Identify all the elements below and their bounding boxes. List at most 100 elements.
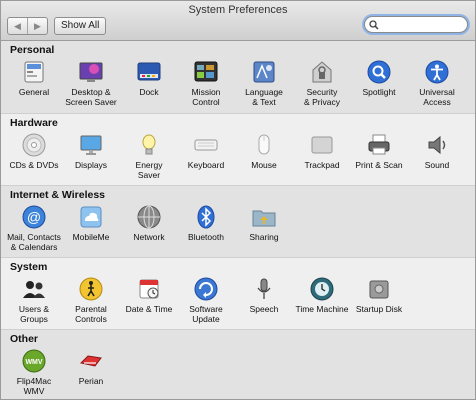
pref-pane-general[interactable]: General (5, 59, 63, 97)
pref-pane-label: Mouse (251, 160, 277, 170)
pref-pane-desktop-and-screen-saver[interactable]: Desktop & Screen Saver (62, 59, 120, 107)
toolbar: System Preferences ◀ ▶ Show All (1, 1, 475, 41)
perian-icon (78, 348, 104, 374)
mail-icon: @ (21, 204, 47, 230)
time-machine-icon (309, 276, 335, 302)
pref-pane-label: Time Machine (295, 304, 349, 314)
section-personal: Personal General Desktop & Screen Saver Doc… (1, 41, 475, 114)
pref-pane-label: Security & Privacy (304, 87, 340, 107)
pref-pane-bluetooth[interactable]: Bluetooth (177, 204, 235, 242)
pref-pane-label: Energy Saver (135, 160, 163, 180)
pref-pane-label: Print & Scan (355, 160, 403, 170)
section-internet-and-wireless: Internet & Wireless @ Mail, Contacts & Cal… (1, 186, 475, 258)
pref-pane-sharing[interactable]: Sharing (235, 204, 293, 242)
search-icon (369, 19, 379, 30)
pref-pane-label: Parental Controls (75, 304, 107, 324)
search-input[interactable] (382, 19, 462, 30)
forward-button[interactable]: ▶ (27, 18, 47, 34)
pref-pane-mission-control[interactable]: Mission Control (177, 59, 235, 107)
section-other: Other WMV Flip4Mac WMV Perian (1, 330, 475, 399)
section-title: Personal (10, 44, 55, 56)
pref-pane-label: Universal Access (419, 87, 455, 107)
pref-pane-label: Spotlight (362, 87, 396, 97)
pref-pane-energy-saver[interactable]: Energy Saver (120, 132, 178, 180)
pref-pane-label: Keyboard (187, 160, 225, 170)
pref-pane-software-update[interactable]: Software Update (177, 276, 235, 324)
startup-disk-icon (366, 276, 392, 302)
universal-access-icon (424, 59, 450, 85)
security-icon (309, 59, 335, 85)
pref-pane-label: Mail, Contacts & Calendars (7, 232, 61, 252)
pref-pane-label: Perian (78, 376, 104, 386)
pref-pane-label: Sharing (249, 232, 279, 242)
pref-pane-mobileme[interactable]: MobileMe (62, 204, 120, 242)
pref-pane-label: Speech (249, 304, 279, 314)
pref-pane-label: Network (133, 232, 165, 242)
pref-pane-network[interactable]: Network (120, 204, 178, 242)
pref-pane-label: Displays (74, 160, 108, 170)
pref-pane-label: Users & Groups (18, 304, 50, 324)
pref-pane-label: Language & Text (245, 87, 283, 107)
section-title: System (10, 261, 48, 273)
speaker-icon (424, 132, 450, 158)
pref-pane-startup-disk[interactable]: Startup Disk (350, 276, 408, 314)
pref-pane-time-machine[interactable]: Time Machine (293, 276, 351, 314)
pref-pane-mail-contacts-and-calendars[interactable]: @ Mail, Contacts & Calendars (5, 204, 63, 252)
pref-pane-perian[interactable]: Perian (62, 348, 120, 386)
pref-pane-universal-access[interactable]: Universal Access (408, 59, 466, 107)
mobileme-icon (78, 204, 104, 230)
microphone-icon (251, 276, 277, 302)
spotlight-icon (366, 59, 392, 85)
svg-text:WMV: WMV (25, 359, 42, 366)
pref-pane-date-and-time[interactable]: Date & Time (120, 276, 178, 314)
pref-pane-cds-and-dvds[interactable]: CDs & DVDs (5, 132, 63, 170)
pref-pane-label: Date & Time (125, 304, 173, 314)
parental-controls-icon (78, 276, 104, 302)
pref-pane-dock[interactable]: Dock (120, 59, 178, 97)
pref-pane-label: Sound (424, 160, 450, 170)
mouse-icon (251, 132, 277, 158)
pref-pane-mouse[interactable]: Mouse (235, 132, 293, 170)
search-field[interactable] (364, 16, 468, 33)
dock-icon (136, 59, 162, 85)
date-time-icon (136, 276, 162, 302)
software-update-icon (193, 276, 219, 302)
displays-icon (78, 132, 104, 158)
pref-pane-speech[interactable]: Speech (235, 276, 293, 314)
pref-pane-label: Dock (139, 87, 159, 97)
pref-pane-label: Desktop & Screen Saver (65, 87, 117, 107)
pref-pane-label: Software Update (189, 304, 223, 324)
pref-pane-parental-controls[interactable]: Parental Controls (62, 276, 120, 324)
pref-pane-label: Flip4Mac WMV (16, 376, 52, 396)
pref-pane-label: Startup Disk (355, 304, 403, 314)
section-title: Internet & Wireless (10, 189, 106, 201)
back-arrow-icon: ◀ (14, 20, 21, 31)
pref-pane-trackpad[interactable]: Trackpad (293, 132, 351, 170)
desktop-icon (78, 59, 104, 85)
pref-pane-label: Bluetooth (188, 232, 224, 242)
pref-pane-flip4mac-wmv[interactable]: WMV Flip4Mac WMV (5, 348, 63, 396)
pref-pane-sound[interactable]: Sound (408, 132, 466, 170)
pref-pane-displays[interactable]: Displays (62, 132, 120, 170)
pref-pane-spotlight[interactable]: Spotlight (350, 59, 408, 97)
pref-pane-label: MobileMe (72, 232, 110, 242)
show-all-button[interactable]: Show All (54, 17, 107, 35)
section-title: Other (10, 333, 39, 345)
back-forward-group: ◀ ▶ (7, 17, 48, 35)
window-title: System Preferences (188, 4, 288, 16)
users-icon (21, 276, 47, 302)
pref-pane-users-and-groups[interactable]: Users & Groups (5, 276, 63, 324)
pref-pane-security-and-privacy[interactable]: Security & Privacy (293, 59, 351, 107)
forward-arrow-icon: ▶ (34, 20, 41, 31)
trackpad-icon (309, 132, 335, 158)
energy-saver-icon (136, 132, 162, 158)
section-title: Hardware (10, 117, 58, 129)
section-system: System Users & Groups Parental Controls Dat… (1, 258, 475, 330)
pref-pane-language-and-text[interactable]: Language & Text (235, 59, 293, 107)
system-preferences-window: System Preferences ◀ ▶ Show All Personal… (0, 0, 476, 400)
pref-pane-keyboard[interactable]: Keyboard (177, 132, 235, 170)
pref-pane-print-and-scan[interactable]: Print & Scan (350, 132, 408, 170)
printer-icon (366, 132, 392, 158)
section-hardware: Hardware CDs & DVDs Displays Energy Saver Ke… (1, 114, 475, 186)
back-button[interactable]: ◀ (8, 18, 27, 34)
